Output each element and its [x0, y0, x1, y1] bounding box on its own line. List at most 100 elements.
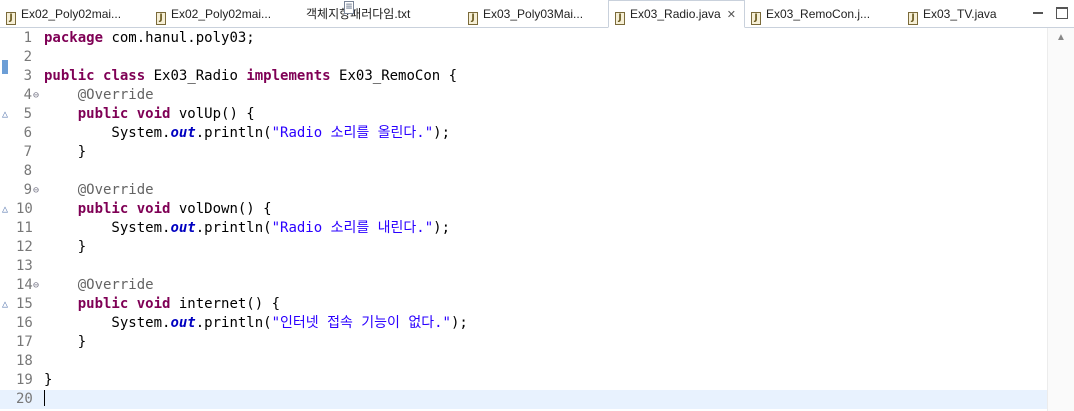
code-token: public [77, 106, 129, 122]
code-line[interactable]: △ 10 public void volDown() { [0, 200, 1047, 219]
line-number: 15 [16, 296, 33, 312]
code-line[interactable]: 17 } [0, 333, 1047, 352]
line-number: 20 [16, 391, 33, 407]
code-token: volUp() { [170, 106, 255, 122]
tab-label: Ex02_Poly02mai... [21, 7, 122, 21]
code-text: public void volDown() { [44, 200, 272, 219]
tab-3[interactable]: J Ex03_Poly03Mai... [462, 1, 608, 27]
code-token: } [44, 334, 87, 350]
code-token: public [44, 68, 95, 84]
code-token: @Override [77, 182, 154, 198]
line-number: 19 [16, 372, 33, 388]
code-text: } [44, 371, 52, 390]
code-token: ); [433, 220, 451, 236]
scroll-up-arrow-icon[interactable]: ▲ [1056, 32, 1066, 43]
code-text: public class Ex03_Radio implements Ex03_… [44, 67, 457, 86]
tab-label: Ex03_Radio.java [630, 7, 721, 21]
code-line[interactable]: 6 System.out.println("Radio 소리를 올린다."); [0, 124, 1047, 143]
code-token: volDown() { [170, 201, 272, 217]
code-token: @Override [77, 277, 154, 293]
code-token: System. [44, 125, 171, 141]
code-token: internet() { [170, 296, 281, 312]
code-line[interactable]: 20 [0, 390, 1047, 409]
tab-2[interactable]: ≡ 객체지향패러다임.txt [300, 1, 462, 27]
close-tab-icon[interactable]: ✕ [727, 9, 736, 21]
code-line[interactable]: △ 15 public void internet() { [0, 295, 1047, 314]
code-text [44, 390, 45, 409]
code-token: com.hanul.poly03; [103, 30, 255, 46]
code-token: public [77, 296, 129, 312]
tab-0[interactable]: J Ex02_Poly02mai... [0, 1, 150, 27]
code-token: Ex03_RemoCon { [330, 68, 458, 84]
java-file-icon: J [6, 12, 16, 25]
code-text: System.out.println("Radio 소리를 내린다."); [44, 219, 450, 238]
code-token: .println( [195, 315, 272, 331]
line-number: 16 [16, 315, 33, 331]
code-line[interactable]: 13 [0, 257, 1047, 276]
code-line[interactable]: 12 } [0, 238, 1047, 257]
code-line[interactable]: 7 } [0, 143, 1047, 162]
line-number: 3 [23, 68, 32, 84]
line-number: 2 [23, 49, 32, 65]
code-line[interactable]: 1 package com.hanul.poly03; [0, 29, 1047, 48]
code-line[interactable]: 3 public class Ex03_Radio implements Ex03… [0, 67, 1047, 86]
code-text: @Override [44, 86, 154, 105]
code-token: "Radio 소리를 올린다." [271, 125, 434, 141]
code-token: } [44, 372, 53, 388]
line-number: 5 [23, 106, 32, 122]
tab-label: 객체지향패러다임.txt [306, 7, 411, 21]
code-token: ); [433, 125, 451, 141]
tab-1[interactable]: J Ex02_Poly02mai... [150, 1, 300, 27]
tab-5[interactable]: J Ex03_RemoCon.j... [745, 1, 902, 27]
maximize-icon[interactable] [1056, 7, 1068, 19]
fold-collapse-icon[interactable]: ⊖ [33, 181, 39, 200]
code-token: out [170, 220, 196, 236]
code-lines[interactable]: 1 package com.hanul.poly03; 2 3 public class… [0, 29, 1047, 409]
editor-tab-bar: J Ex02_Poly02mai... J Ex02_Poly02mai... ≡ 객체지… [0, 0, 1074, 28]
code-token: out [170, 125, 196, 141]
code-token: class [103, 68, 146, 84]
text-file-icon: ≡ [344, 1, 354, 14]
code-text: package com.hanul.poly03; [44, 29, 255, 48]
code-token: void [136, 106, 171, 122]
code-line[interactable]: 9 ⊖ @Override [0, 181, 1047, 200]
code-text: } [44, 238, 86, 257]
code-line[interactable]: 11 System.out.println("Radio 소리를 내린다."); [0, 219, 1047, 238]
override-marker-icon[interactable]: △ [2, 295, 8, 314]
code-line[interactable]: 16 System.out.println("인터넷 접속 기능이 없다."); [0, 314, 1047, 333]
code-line[interactable]: 8 [0, 162, 1047, 181]
line-number: 12 [16, 239, 33, 255]
override-marker-icon[interactable]: △ [2, 105, 8, 124]
code-text: public void volUp() { [44, 105, 255, 124]
code-line[interactable]: 2 [0, 48, 1047, 67]
code-line[interactable]: 4 ⊖ @Override [0, 86, 1047, 105]
code-line[interactable]: 18 [0, 352, 1047, 371]
code-text: public void internet() { [44, 295, 280, 314]
code-text: } [44, 333, 86, 352]
code-line[interactable]: 14 ⊖ @Override [0, 276, 1047, 295]
text-caret [44, 390, 45, 406]
override-marker-icon[interactable]: △ [2, 200, 8, 219]
tab-4[interactable]: J Ex03_Radio.java ✕ [608, 0, 745, 28]
code-line[interactable]: △ 5 public void volUp() { [0, 105, 1047, 124]
code-token: @Override [77, 87, 154, 103]
code-line[interactable]: 19} [0, 371, 1047, 390]
vertical-scrollbar[interactable]: ▲ [1047, 28, 1074, 411]
code-token: ); [450, 315, 468, 331]
tab-6[interactable]: J Ex03_TV.java [902, 1, 1052, 27]
fold-collapse-icon[interactable]: ⊖ [33, 276, 39, 295]
line-number: 17 [16, 334, 33, 350]
line-number: 8 [23, 163, 32, 179]
fold-collapse-icon[interactable]: ⊖ [33, 86, 39, 105]
line-number: 18 [16, 353, 33, 369]
tab-label: Ex03_RemoCon.j... [766, 7, 871, 21]
code-token: void [136, 201, 171, 217]
code-text: System.out.println("Radio 소리를 올린다."); [44, 124, 450, 143]
line-number: 13 [16, 258, 33, 274]
